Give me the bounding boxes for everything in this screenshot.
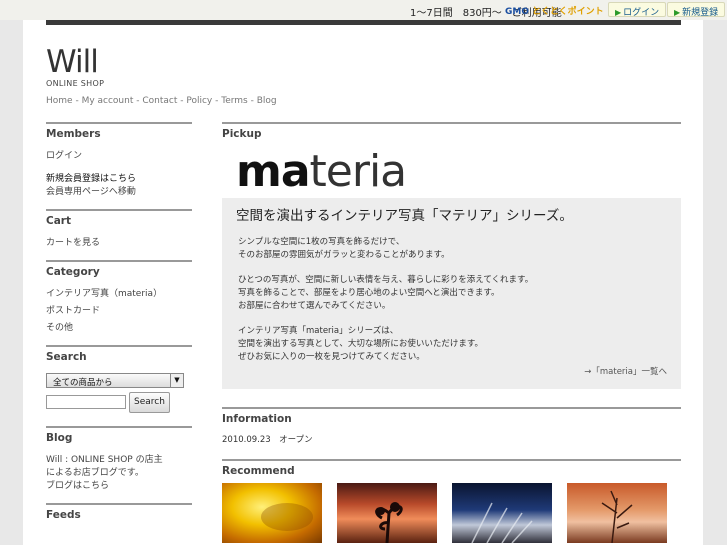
- category-heading: Category: [46, 260, 192, 288]
- information-item[interactable]: 2010.09.23 オープン: [222, 433, 681, 445]
- login-button[interactable]: ▶ ログイン: [608, 2, 667, 18]
- cart-view-link[interactable]: カートを見る: [46, 237, 192, 250]
- grass-silhouette-image: [471, 502, 533, 543]
- search-scope-select[interactable]: 全ての商品から ▼: [46, 373, 184, 388]
- sidebar: Members ログイン 新規会員登録はこちら 会員専用ページへ移動 Cart …: [46, 122, 192, 531]
- register-button[interactable]: ▶ 新規登録: [667, 2, 726, 18]
- flower-image: [261, 503, 313, 531]
- page-container: Will ONLINE SHOP Home - My account - Con…: [23, 20, 703, 545]
- recommend-thumb-night[interactable]: [452, 483, 552, 543]
- category-item-other[interactable]: その他: [46, 322, 192, 335]
- nav-blog[interactable]: Blog: [257, 96, 277, 106]
- nav-home[interactable]: Home: [46, 96, 73, 106]
- nav-terms[interactable]: Terms: [221, 96, 248, 106]
- header-rule: [46, 20, 681, 25]
- nav-contact[interactable]: Contact: [142, 96, 177, 106]
- recommend-heading: Recommend: [222, 459, 681, 483]
- members-register-link[interactable]: 新規会員登録はこちら: [46, 173, 192, 186]
- chevron-down-icon: ▼: [170, 374, 183, 387]
- play-arrow-icon: ▶: [674, 8, 681, 17]
- search-input[interactable]: [46, 395, 126, 409]
- recommend-thumb-dusk[interactable]: [567, 483, 667, 543]
- cart-heading: Cart: [46, 209, 192, 237]
- blog-link[interactable]: ブログはこちら: [46, 480, 192, 493]
- blog-heading: Blog: [46, 426, 192, 454]
- plant-silhouette-image: [375, 502, 403, 543]
- recommend-thumb-sunset[interactable]: [337, 483, 437, 543]
- category-item-materia[interactable]: インテリア写真（materia）: [46, 288, 192, 301]
- play-arrow-icon: ▶: [615, 8, 622, 17]
- nav-my-account[interactable]: My account: [82, 96, 134, 106]
- nav-policy[interactable]: Policy: [186, 96, 212, 106]
- recommend-thumb-yellow-flower[interactable]: [222, 483, 322, 543]
- main-content: Pickup materia 空間を演出するインテリア写真「マテリア」シリーズ。…: [222, 122, 681, 543]
- members-heading: Members: [46, 122, 192, 150]
- pickup-description: シンプルな空間に1枚の写真を飾るだけで、 そのお部屋の雰囲気がガラッと変わること…: [238, 237, 534, 362]
- materia-list-link[interactable]: →「materia」一覧へ: [584, 365, 667, 377]
- materia-tagline: 空間を演出するインテリア写真「マテリア」シリーズ。: [236, 208, 573, 224]
- main-nav: Home - My account - Contact - Policy - T…: [46, 96, 277, 106]
- branch-silhouette-image: [601, 490, 633, 543]
- search-heading: Search: [46, 345, 192, 373]
- information-heading: Information: [222, 407, 681, 431]
- members-login-link[interactable]: ログイン: [46, 150, 192, 163]
- pickup-heading: Pickup: [222, 122, 681, 146]
- blog-desc-line-1: Will : ONLINE SHOP の店主: [46, 455, 163, 465]
- recommend-thumbs: [222, 483, 681, 543]
- category-item-postcard[interactable]: ポストカード: [46, 305, 192, 318]
- gmo-points-logo[interactable]: GMO とくとくポイント: [505, 4, 604, 17]
- members-page-link[interactable]: 会員専用ページへ移動: [46, 186, 192, 199]
- gmo-topbar: 1〜7日間 830円〜 ご利用可能 GMO とくとくポイント ▶ ログイン ▶ 新規…: [0, 0, 727, 20]
- feeds-heading: Feeds: [46, 503, 192, 531]
- site-logo[interactable]: Will: [46, 44, 99, 80]
- pickup-banner[interactable]: materia 空間を演出するインテリア写真「マテリア」シリーズ。 シンプルな空…: [222, 146, 681, 389]
- blog-desc-line-2: によるお店ブログです。: [46, 468, 144, 478]
- search-button[interactable]: Search: [129, 392, 170, 413]
- materia-logo: materia: [236, 146, 407, 197]
- search-row: Search: [46, 392, 192, 414]
- site-logo-sub: ONLINE SHOP: [46, 79, 105, 88]
